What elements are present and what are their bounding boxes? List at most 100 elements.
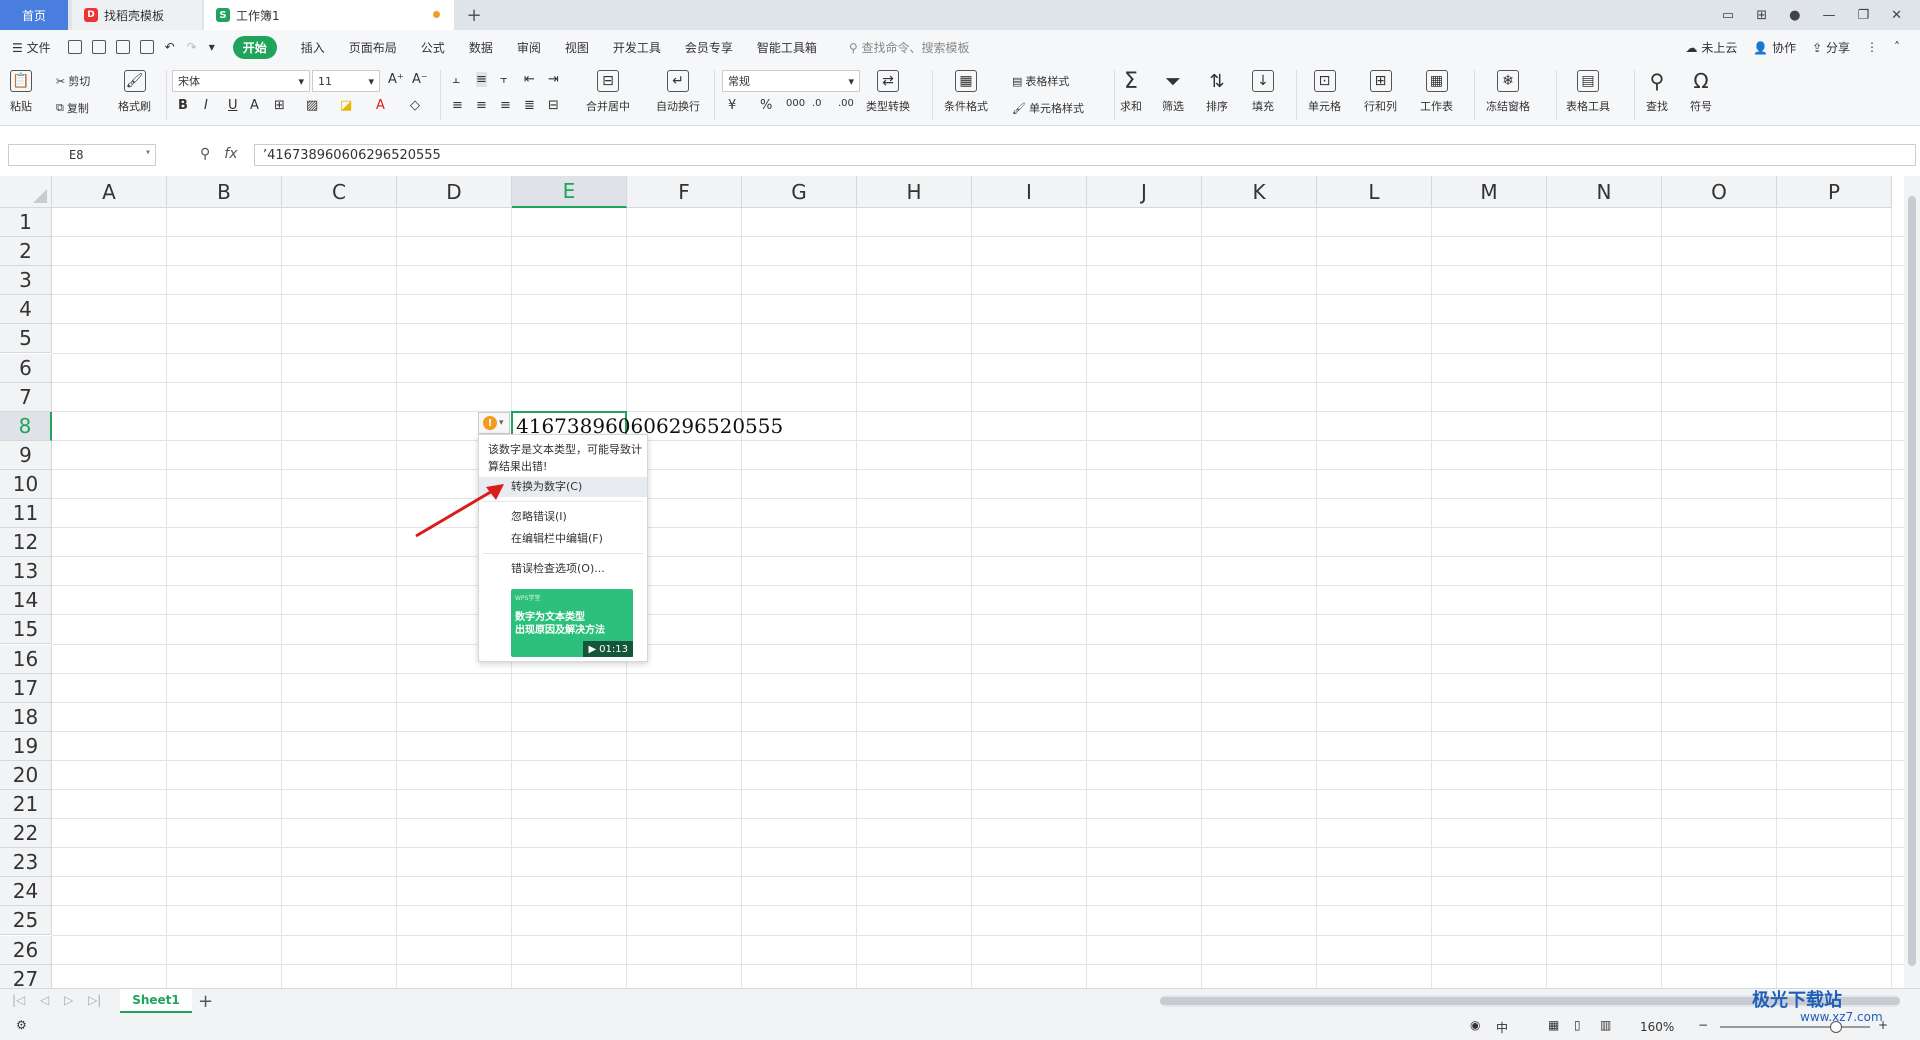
decrease-decimal-icon[interactable]: .00 [838, 98, 854, 109]
row-header-14[interactable]: 14 [0, 586, 52, 616]
column-header-f[interactable]: F [627, 176, 742, 208]
thousands-icon[interactable]: 000 [786, 98, 805, 109]
row-header-18[interactable]: 18 [0, 702, 52, 732]
worksheet-button[interactable]: ▦ 工作表 [1420, 70, 1453, 114]
column-header-g[interactable]: G [742, 176, 857, 208]
row-header-2[interactable]: 2 [0, 237, 52, 267]
zoom-slider[interactable] [1720, 1021, 1870, 1033]
vertical-scroll-thumb[interactable] [1908, 196, 1916, 966]
row-header-27[interactable]: 27 [0, 964, 52, 988]
row-header-19[interactable]: 19 [0, 731, 52, 761]
wrap-text-button[interactable]: ↵ 自动换行 [656, 70, 700, 114]
row-header-12[interactable]: 12 [0, 528, 52, 558]
more-icon[interactable]: ⋮ [1866, 40, 1878, 54]
tab-data[interactable]: 数据 [469, 39, 493, 56]
export-icon[interactable] [91, 40, 106, 54]
column-header-i[interactable]: I [972, 176, 1087, 208]
cell-button[interactable]: ⊡ 单元格 [1308, 70, 1341, 114]
fill-button[interactable]: ↓ 填充 [1252, 70, 1274, 114]
filter-button[interactable]: ⏷ 筛选 [1162, 69, 1184, 114]
column-header-b[interactable]: B [167, 176, 282, 208]
tab-start[interactable]: 开始 [232, 35, 277, 59]
apps-icon[interactable]: ⊞ [1756, 8, 1767, 23]
error-options-item[interactable]: 错误检查选项(O)... [479, 559, 647, 579]
row-header-23[interactable]: 23 [0, 848, 52, 878]
symbol-button[interactable]: Ω 符号 [1690, 69, 1712, 114]
type-convert-button[interactable]: ⇄ 类型转换 [866, 70, 910, 114]
input-method[interactable]: 中 [1496, 1019, 1508, 1036]
fill-color-icon[interactable]: ◪ [340, 98, 352, 113]
cell-style-button[interactable]: 🖌 单元格样式 [1012, 100, 1084, 116]
first-sheet-icon[interactable]: |◁ [12, 993, 25, 1007]
cut-button[interactable]: ✂ 剪切 [56, 73, 90, 89]
align-middle-icon[interactable]: ≡ [476, 72, 487, 87]
tab-formula[interactable]: 公式 [421, 39, 445, 56]
row-header-22[interactable]: 22 [0, 819, 52, 849]
indent-decrease-icon[interactable]: ⇤ [524, 72, 535, 87]
command-search[interactable]: ⚲ 查找命令、搜索模板 [849, 39, 970, 56]
font-grow-icon[interactable]: A⁺ [388, 72, 404, 87]
tab-workbook[interactable]: S 工作簿1 [204, 0, 454, 30]
file-menu[interactable]: ☰ 文件 [12, 39, 51, 56]
tab-review[interactable]: 审阅 [517, 39, 541, 56]
paste-button[interactable]: 📋 粘贴 [10, 70, 32, 114]
restore-icon[interactable]: ❐ [1857, 8, 1869, 23]
tab-template[interactable]: D 找稻壳模板 [72, 0, 202, 30]
column-header-n[interactable]: N [1547, 176, 1662, 208]
row-header-1[interactable]: 1 [0, 208, 52, 237]
row-header-5[interactable]: 5 [0, 324, 52, 354]
sheet-tab-sheet1[interactable]: Sheet1 [120, 989, 192, 1013]
indent-increase-icon[interactable]: ⇥ [548, 72, 559, 87]
prev-sheet-icon[interactable]: ◁ [40, 993, 49, 1007]
add-sheet-button[interactable]: + [198, 991, 213, 1012]
zoom-level[interactable]: 160% [1640, 1020, 1674, 1034]
preview-icon[interactable] [139, 40, 154, 54]
tab-page-layout[interactable]: 页面布局 [349, 39, 397, 56]
minimize-icon[interactable]: — [1822, 8, 1835, 23]
row-header-20[interactable]: 20 [0, 760, 52, 790]
column-header-e[interactable]: E [512, 176, 627, 208]
formula-input[interactable]: ’416738960606296520555 [254, 144, 1916, 166]
save-icon[interactable] [67, 40, 82, 54]
row-header-21[interactable]: 21 [0, 790, 52, 819]
row-header-16[interactable]: 16 [0, 644, 52, 674]
table-tools-button[interactable]: ▤ 表格工具 [1566, 70, 1610, 114]
clear-icon[interactable]: ◇ [410, 98, 420, 113]
column-header-h[interactable]: H [857, 176, 972, 208]
italic-icon[interactable]: I [204, 98, 208, 113]
underline-icon[interactable]: U [228, 98, 238, 113]
row-header-26[interactable]: 26 [0, 935, 52, 965]
column-header-a[interactable]: A [52, 176, 167, 208]
tab-smart-tools[interactable]: 智能工具箱 [757, 39, 817, 56]
row-header-6[interactable]: 6 [0, 353, 52, 383]
row-header-9[interactable]: 9 [0, 440, 52, 470]
close-icon[interactable]: ✕ [1891, 8, 1902, 23]
align-center-icon[interactable]: ≡ [476, 98, 487, 113]
font-family-select[interactable]: 宋体 ▾ [172, 70, 310, 92]
error-indicator-button[interactable]: ! ▾ [478, 412, 510, 434]
row-header-24[interactable]: 24 [0, 877, 52, 907]
row-col-button[interactable]: ⊞ 行和列 [1364, 70, 1397, 114]
align-top-icon[interactable]: ⫠ [452, 72, 460, 87]
tab-view[interactable]: 视图 [565, 39, 589, 56]
merge-center-button[interactable]: ⊟ 合并居中 [586, 70, 630, 114]
fx-icon[interactable]: fx [224, 146, 237, 162]
currency-icon[interactable]: ¥ [728, 98, 736, 113]
vertical-scrollbar[interactable] [1904, 176, 1920, 988]
column-header-k[interactable]: K [1202, 176, 1317, 208]
increase-decimal-icon[interactable]: .0 [812, 98, 822, 109]
column-header-o[interactable]: O [1662, 176, 1777, 208]
row-header-7[interactable]: 7 [0, 382, 52, 412]
align-left-icon[interactable]: ≡ [452, 98, 463, 113]
font-color-icon[interactable]: A [376, 98, 385, 113]
help-video-thumbnail[interactable]: WPS学堂 数字为文本类型 出现原因及解决方法 ▶ 01:13 [511, 589, 633, 657]
last-sheet-icon[interactable]: ▷| [88, 993, 101, 1007]
justify-icon[interactable]: ≣ [524, 98, 535, 113]
row-header-13[interactable]: 13 [0, 557, 52, 587]
undo-icon[interactable]: ↶ [165, 40, 175, 54]
conditional-format-button[interactable]: ▦ 条件格式 [944, 70, 988, 114]
sort-button[interactable]: ⇅ 排序 [1206, 70, 1228, 114]
column-header-j[interactable]: J [1087, 176, 1202, 208]
border-icon[interactable]: ⊞ [274, 98, 285, 113]
next-sheet-icon[interactable]: ▷ [64, 993, 73, 1007]
